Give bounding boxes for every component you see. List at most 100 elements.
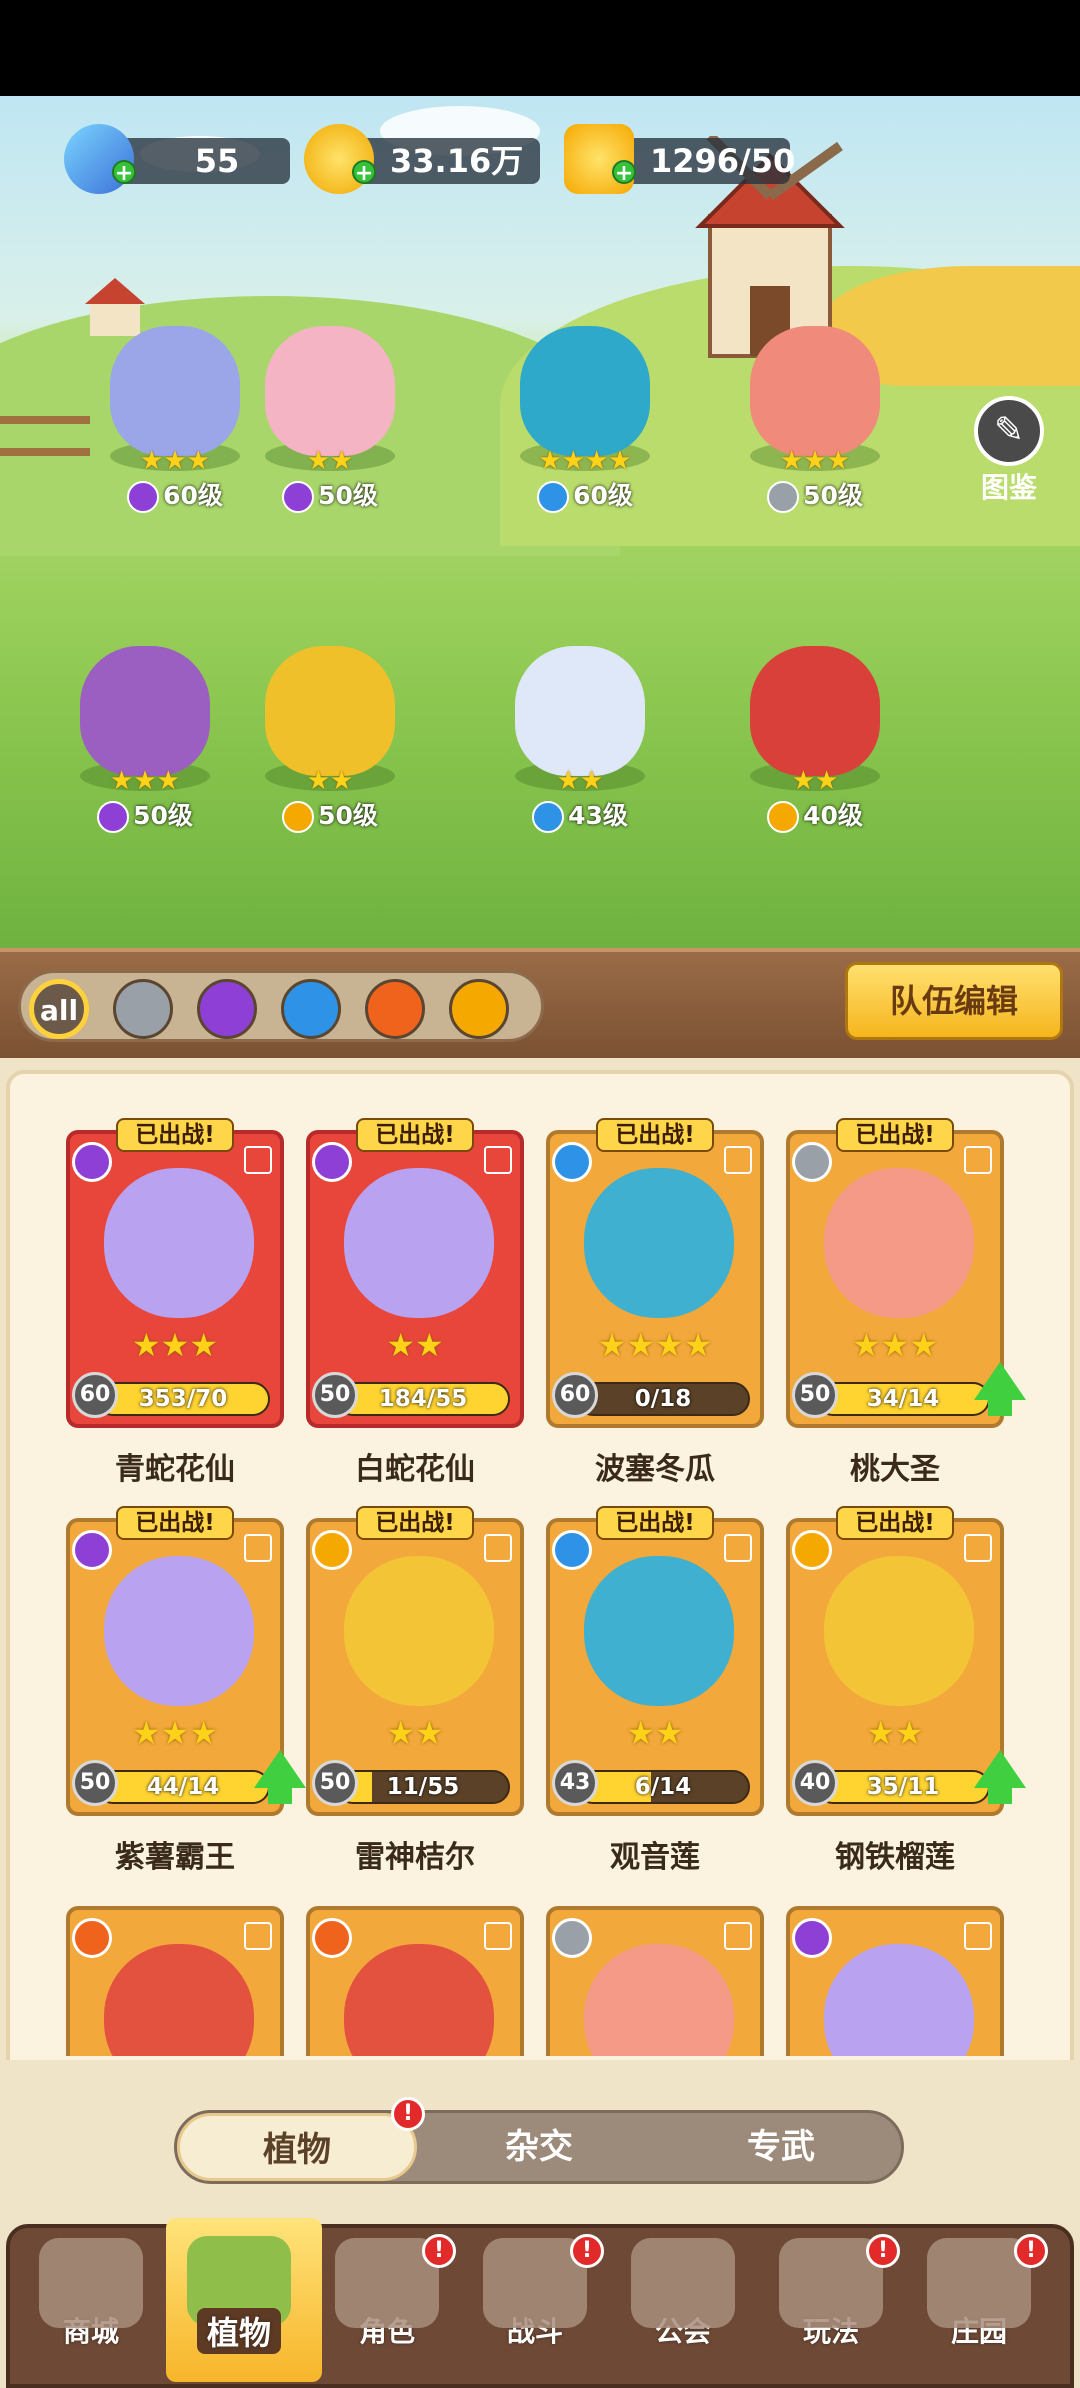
- alert-badge: !: [866, 2234, 900, 2268]
- card-stars: ★★: [626, 1714, 684, 1752]
- nav-shop[interactable]: 商城: [26, 2238, 156, 2378]
- deployed-badge: 已出战!: [836, 1506, 954, 1540]
- plant-card[interactable]: [546, 1906, 764, 2056]
- gold-counter[interactable]: + 33.16万: [304, 124, 540, 194]
- hero-portrait: [265, 646, 395, 776]
- hero-level-text: 50级: [133, 801, 193, 830]
- deployed-badge: 已出战!: [356, 1118, 474, 1152]
- plant-name: 雷神桔尔: [355, 1840, 475, 1875]
- nav-characters[interactable]: 角色!: [322, 2234, 456, 2378]
- element-filter-group: all: [18, 970, 544, 1042]
- plant-portrait: [824, 1556, 974, 1706]
- formation-icon: [484, 1146, 512, 1174]
- team-edit-button[interactable]: 队伍编辑: [845, 962, 1063, 1040]
- shard-progress-text: 0/18: [634, 1386, 692, 1412]
- fire-element-icon: [72, 1918, 112, 1958]
- shard-progress-bar: 44/14: [96, 1770, 270, 1804]
- filter-lightning-icon[interactable]: [449, 979, 509, 1039]
- plant-card[interactable]: ★★★ 353/70 已出战! 60: [66, 1118, 284, 1428]
- plant-card[interactable]: ★★★★ 0/18 已出战! 60: [546, 1118, 764, 1428]
- nav-gameplay[interactable]: 玩法!: [766, 2234, 900, 2378]
- hero-level-text: 60级: [163, 481, 223, 510]
- hero-stars: ★★★: [780, 446, 850, 476]
- plant-name: 波塞冬瓜: [595, 1452, 715, 1487]
- upgrade-arrow-stem: [988, 1396, 1012, 1416]
- filter-all-button[interactable]: all: [29, 979, 89, 1039]
- plant-card[interactable]: [66, 1906, 284, 2056]
- plant-card[interactable]: ★★ 35/11 已出战! 40: [786, 1506, 1026, 1816]
- sword-element-icon: [767, 481, 800, 513]
- hero-level: 50级: [740, 476, 890, 513]
- purple-element-icon: [792, 1918, 832, 1958]
- plant-card[interactable]: ★★★ 34/14 已出战! 50: [786, 1118, 1026, 1428]
- purple-element-icon: [312, 1142, 352, 1182]
- lineup-hero[interactable]: ★★ 50级: [255, 646, 405, 833]
- atlas-button[interactable]: ✎ 图鉴: [968, 396, 1050, 504]
- energy-counter[interactable]: + 1296/50: [564, 124, 795, 194]
- sword-element-icon: [792, 1142, 832, 1182]
- shard-progress-bar: 184/55: [336, 1382, 510, 1416]
- card-stars: ★★★: [131, 1714, 219, 1752]
- nav-battle[interactable]: 战斗!: [470, 2234, 604, 2378]
- lineup-hero[interactable]: ★★ 40级: [740, 646, 890, 833]
- plant-portrait: [584, 1168, 734, 1318]
- filter-sword-icon[interactable]: [113, 979, 173, 1039]
- deployed-badge: 已出战!: [116, 1118, 234, 1152]
- upgrade-arrow-icon[interactable]: [974, 1750, 1026, 1788]
- lineup-hero[interactable]: ★★ 43级: [505, 646, 655, 833]
- subtab-bar: 植物 杂交 专武 !: [174, 2097, 904, 2184]
- shard-progress-text: 44/14: [146, 1774, 220, 1800]
- nav-manor[interactable]: 庄园!: [914, 2234, 1048, 2378]
- fence: [0, 416, 90, 456]
- hero-level-text: 50级: [318, 801, 378, 830]
- card-level: 50: [72, 1760, 118, 1806]
- shard-progress-text: 353/70: [138, 1386, 228, 1412]
- tab-exclusive-weapon[interactable]: 专武: [661, 2113, 901, 2181]
- lineup-hero[interactable]: ★★★ 50级: [740, 326, 890, 513]
- plant-card[interactable]: ★★ 6/14 已出战! 43: [546, 1506, 764, 1816]
- lineup-hero[interactable]: ★★★ 60级: [100, 326, 250, 513]
- formation-icon: [964, 1534, 992, 1562]
- lineup-hero[interactable]: ★★★ 50级: [70, 646, 220, 833]
- filter-water-icon[interactable]: [281, 979, 341, 1039]
- card-level: 40: [792, 1760, 838, 1806]
- add-gems-icon[interactable]: +: [112, 160, 136, 186]
- plant-card[interactable]: ★★ 11/55 已出战! 50: [306, 1506, 524, 1816]
- tab-hybrid[interactable]: 杂交: [419, 2113, 659, 2181]
- upgrade-arrow-icon[interactable]: [254, 1750, 306, 1788]
- formation-icon: [724, 1922, 752, 1950]
- add-energy-icon[interactable]: +: [612, 160, 636, 186]
- hero-level: 40级: [740, 796, 890, 833]
- shard-progress-bar: 35/11: [816, 1770, 990, 1804]
- upgrade-arrow-icon[interactable]: [974, 1362, 1026, 1400]
- plant-card[interactable]: [306, 1906, 524, 2056]
- shop-icon: [39, 2238, 143, 2328]
- plant-card[interactable]: ★★ 184/55 已出战! 50: [306, 1118, 524, 1428]
- alert-badge: !: [570, 2234, 604, 2268]
- hero-level: 50级: [255, 796, 405, 833]
- lineup-hero[interactable]: ★★★★ 60级: [510, 326, 660, 513]
- purple-element-icon: [282, 481, 315, 513]
- nav-guild[interactable]: 公会: [618, 2238, 748, 2378]
- plant-portrait: [824, 1944, 974, 2056]
- card-level: 50: [312, 1372, 358, 1418]
- plant-card[interactable]: ★★★ 44/14 已出战! 50: [66, 1506, 306, 1816]
- filter-fire-icon[interactable]: [365, 979, 425, 1039]
- nav-plants[interactable]: 植物: [166, 2218, 322, 2382]
- shard-progress-text: 34/14: [866, 1386, 940, 1412]
- add-gold-icon[interactable]: +: [352, 160, 376, 186]
- formation-icon: [964, 1922, 992, 1950]
- plant-portrait: [344, 1168, 494, 1318]
- water-element-icon: [532, 801, 565, 833]
- deployed-badge: 已出战!: [356, 1506, 474, 1540]
- plant-portrait: [104, 1168, 254, 1318]
- formation-icon: [484, 1922, 512, 1950]
- hero-stars: ★★★: [110, 766, 180, 796]
- plant-card[interactable]: [786, 1906, 1004, 2056]
- filter-potion-icon[interactable]: [197, 979, 257, 1039]
- tab-plants[interactable]: 植物: [177, 2113, 417, 2181]
- plant-portrait: [344, 1944, 494, 2056]
- lineup-hero[interactable]: ★★ 50级: [255, 326, 405, 513]
- gem-counter[interactable]: + 55: [64, 124, 290, 194]
- plant-portrait: [584, 1556, 734, 1706]
